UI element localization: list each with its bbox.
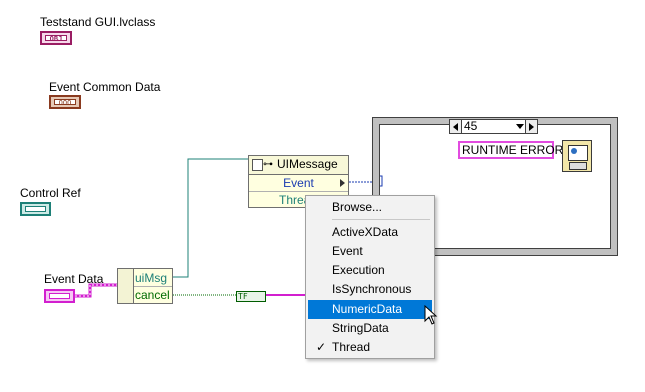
decrement-arrow-icon[interactable] <box>450 120 462 133</box>
ctrl-terminal-inner <box>25 206 46 212</box>
control-ref-label: Control Ref <box>20 186 81 200</box>
class-terminal[interactable]: OBJ <box>40 31 72 45</box>
menu-item-stringdata[interactable]: StringData <box>308 319 432 338</box>
event-data-label: Event Data <box>44 272 104 286</box>
case-selector-value: 45 <box>464 119 478 133</box>
property-event[interactable]: Event <box>249 175 348 192</box>
menu-item-label: NumericData <box>332 302 403 316</box>
menu-item-label: Thread <box>332 340 371 354</box>
menu-item-label: Event <box>332 244 363 258</box>
property-node-header: ⊶ UIMessage <box>249 156 348 175</box>
event-terminal-text: … <box>49 293 70 301</box>
mouse-cursor-icon <box>424 305 438 325</box>
cluster-wire <box>75 283 117 298</box>
check-icon: ✓ <box>316 340 327 354</box>
chevron-down-icon[interactable] <box>516 124 524 129</box>
unbundle-by-name-node[interactable]: uiMsg cancel <box>117 268 173 304</box>
menu-item-label: IsSynchronous <box>332 282 412 296</box>
dialog-button <box>569 162 587 170</box>
menu-item-numericdata[interactable]: NumericData <box>308 300 432 319</box>
event-wire <box>349 181 376 195</box>
menu-item-label: ActiveXData <box>332 225 399 239</box>
menu-item-thread[interactable]: ✓ Thread <box>308 338 432 357</box>
unbundle-ui-msg[interactable]: uiMsg <box>135 270 167 286</box>
unbundle-cancel[interactable]: cancel <box>135 287 170 303</box>
control-ref-terminal[interactable] <box>20 202 51 216</box>
menu-item-label: Execution <box>332 263 385 277</box>
property-node-title: UIMessage <box>277 157 338 171</box>
output-arrow-icon <box>340 179 345 187</box>
class-terminal-text: OBJ <box>45 35 67 43</box>
menu-item-execution[interactable]: Execution <box>308 261 432 280</box>
menu-item-issynchronous[interactable]: IsSynchronous <box>308 280 432 299</box>
increment-arrow-icon[interactable] <box>525 120 537 133</box>
event-common-data-terminal[interactable]: OOO <box>49 95 81 109</box>
menu-item-activexdata[interactable]: ActiveXData <box>308 223 432 242</box>
unbundle-input-bar <box>118 269 134 303</box>
string-constant[interactable]: RUNTIME ERROR <box>458 141 563 159</box>
event-common-data-label: Event Common Data <box>49 80 161 94</box>
menu-item-browse[interactable]: Browse... <box>308 198 432 217</box>
context-menu[interactable]: Browse... ActiveXData Event Execution Is… <box>305 195 435 359</box>
class-label: Teststand GUI.lvclass <box>40 15 156 29</box>
cluster-wire-inner <box>75 284 117 297</box>
bool-constant[interactable]: TF <box>236 291 266 302</box>
case-selector[interactable]: 45 <box>449 119 538 134</box>
key-icon: ⊶ <box>263 159 273 170</box>
common-terminal-text: OOO <box>54 99 76 107</box>
menu-item-label: StringData <box>332 321 389 335</box>
menu-item-label: Browse... <box>332 200 383 214</box>
menu-separator <box>332 219 430 220</box>
dialog-vi-icon[interactable] <box>562 140 592 172</box>
event-data-terminal[interactable]: … <box>44 289 75 303</box>
class-ref-icon <box>252 159 263 171</box>
refnum-wire <box>173 158 248 278</box>
dialog-dot <box>571 148 577 154</box>
menu-item-event[interactable]: Event <box>308 242 432 261</box>
